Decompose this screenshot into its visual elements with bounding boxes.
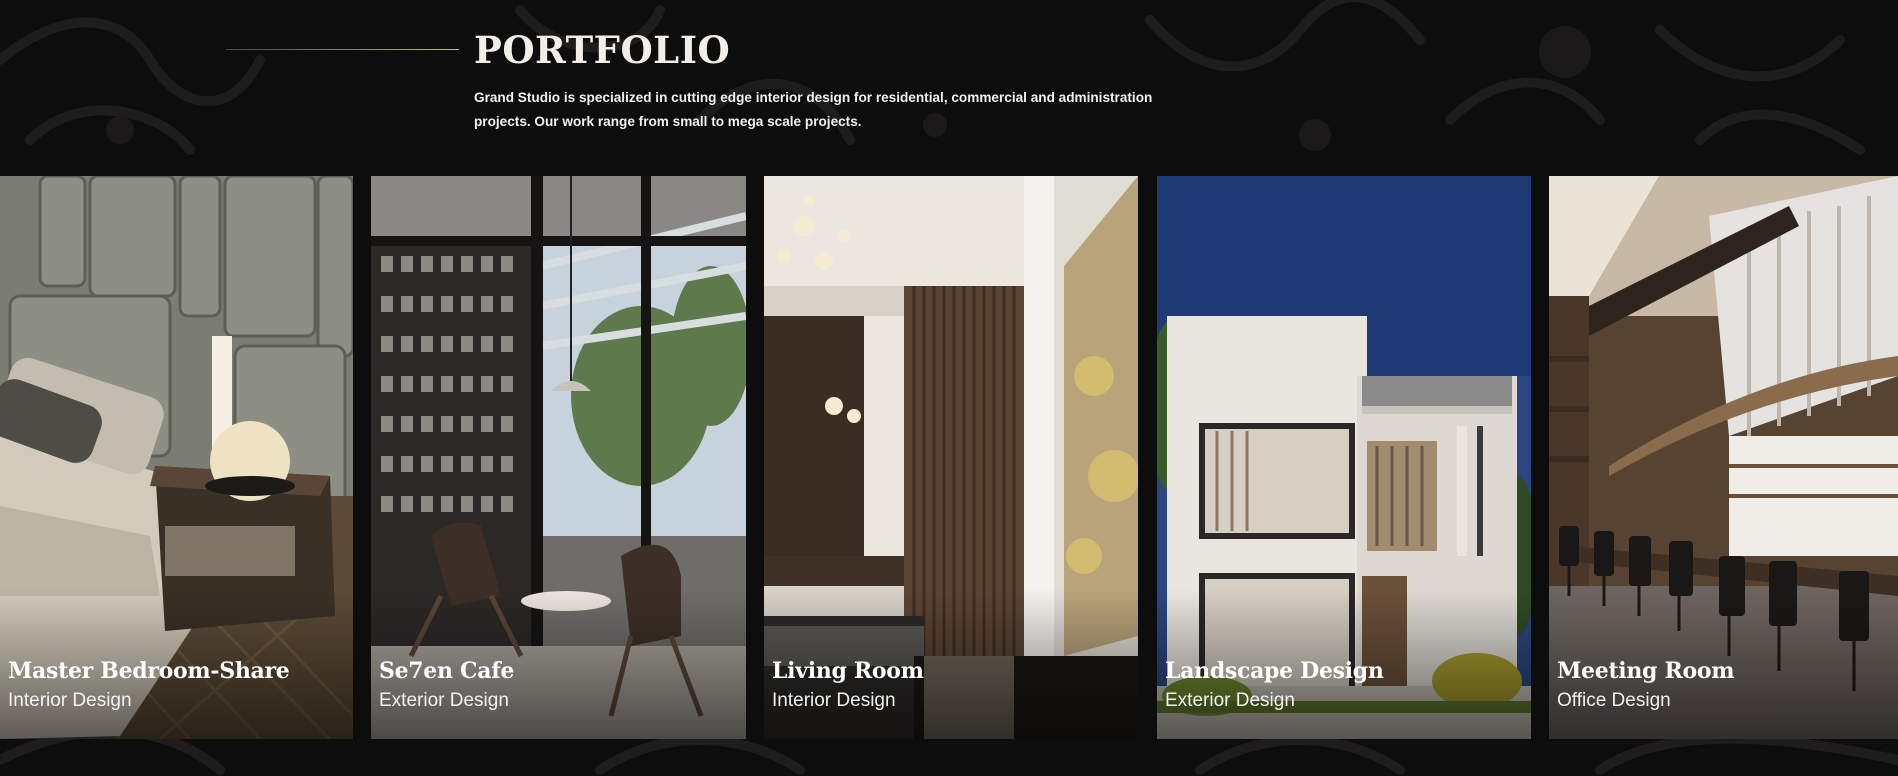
intro-paragraph: Grand Studio is specialized in cutting e… <box>474 90 1153 129</box>
portfolio-header: PORTFOLIO Grand Studio is specialized in… <box>0 0 1898 170</box>
project-card-landscape-design[interactable]: Landscape Design Exterior Design <box>1157 176 1531 739</box>
project-title: Master Bedroom-Share <box>8 658 290 684</box>
project-category: Interior Design <box>772 690 896 711</box>
project-title: Living Room <box>772 658 924 684</box>
project-category: Exterior Design <box>379 690 509 711</box>
project-card-master-bedroom[interactable]: Master Bedroom-Share Interior Design <box>0 176 353 739</box>
project-category: Interior Design <box>8 690 132 711</box>
project-title: Se7en Cafe <box>379 658 515 684</box>
project-category: Exterior Design <box>1165 690 1295 711</box>
project-category: Office Design <box>1557 690 1671 711</box>
portfolio-gallery: Master Bedroom-Share Interior Design Se7… <box>0 176 1898 739</box>
project-title: Landscape Design <box>1165 658 1384 684</box>
project-card-living-room[interactable]: Living Room Interior Design <box>764 176 1138 739</box>
project-card-meeting-room[interactable]: Meeting Room Office Design <box>1549 176 1898 739</box>
project-card-se7en-cafe[interactable]: Se7en Cafe Exterior Design <box>371 176 746 739</box>
title-divider-line <box>226 49 459 50</box>
page-title: PORTFOLIO <box>474 28 731 72</box>
project-title: Meeting Room <box>1557 658 1735 684</box>
